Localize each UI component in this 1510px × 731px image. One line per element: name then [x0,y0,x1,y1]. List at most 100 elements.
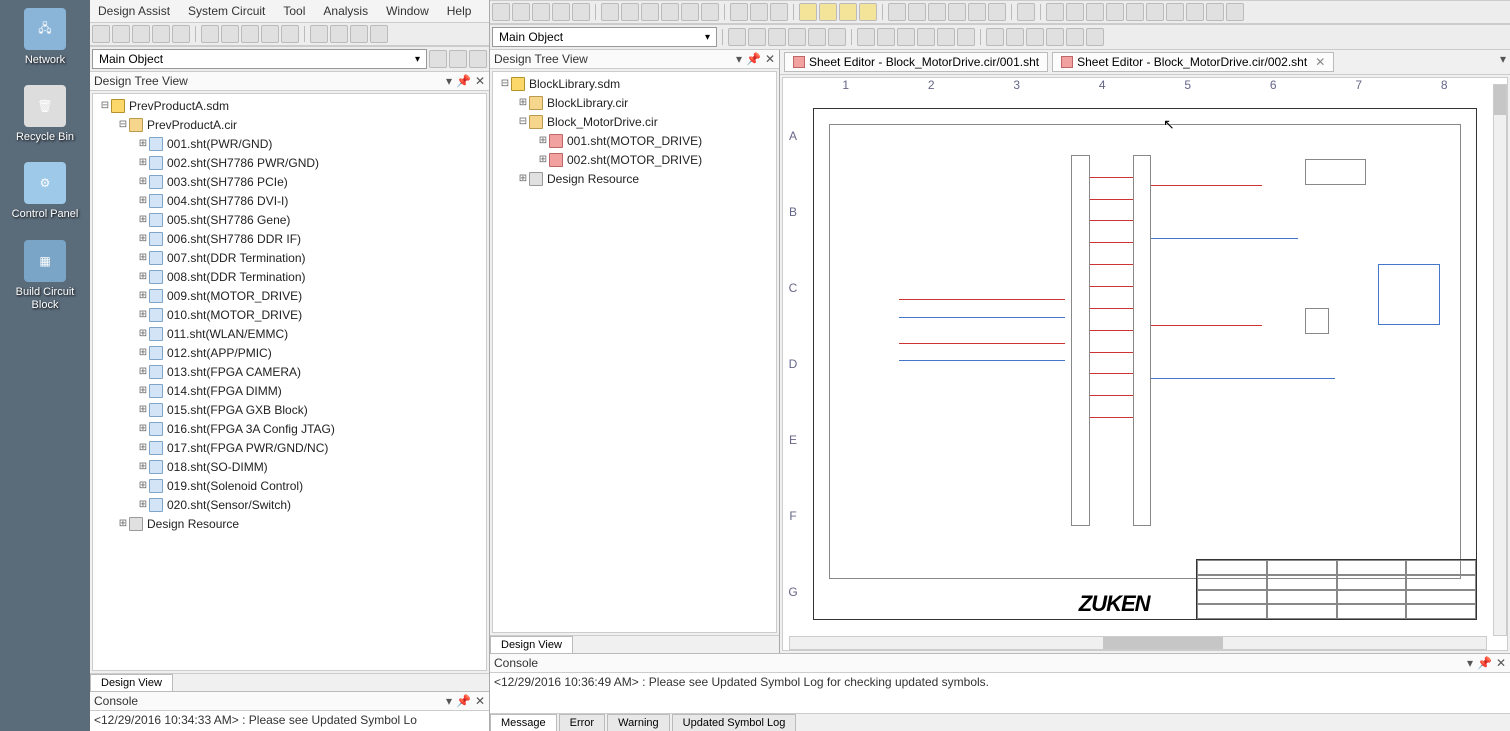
expand-icon[interactable]: ⊞ [137,328,149,339]
tb-ungroup-icon[interactable] [1086,28,1104,46]
tb-align-bottom-icon[interactable] [988,3,1006,21]
expand-icon[interactable]: ⊞ [137,252,149,263]
tb-save-icon[interactable] [132,25,150,43]
desktop-recycle-bin[interactable]: 🗑 Recycle Bin [16,85,74,144]
tb-misc-icon[interactable] [310,25,328,43]
console-menu-icon[interactable]: ▾ [446,694,452,708]
tree-sheet-017[interactable]: ⊞017.sht(FPGA PWR/GND/NC) [93,438,486,457]
menu-system-circuit[interactable]: System Circuit [184,2,269,20]
close-tab-icon[interactable]: ✕ [1315,55,1325,69]
tree-sheet-001[interactable]: ⊞ 001.sht(MOTOR_DRIVE) [493,131,776,150]
tb-saveall-icon[interactable] [152,25,170,43]
expand-icon[interactable]: ⊞ [137,385,149,396]
expand-icon[interactable]: ⊞ [137,309,149,320]
expand-icon[interactable]: ⊞ [537,154,549,165]
expand-icon[interactable]: ⊞ [137,195,149,206]
tree-sheet-018[interactable]: ⊞018.sht(SO-DIMM) [93,457,486,476]
tb-flip-h-icon[interactable] [986,28,1004,46]
tree-circuit[interactable]: ⊟ PrevProductA.cir [93,115,486,134]
tb-paste-icon[interactable] [641,3,659,21]
tree-sheet-008[interactable]: ⊞008.sht(DDR Termination) [93,267,486,286]
expand-icon[interactable]: ⊞ [137,366,149,377]
tb-rect-icon[interactable] [748,28,766,46]
tb-zoom-out-icon[interactable] [1066,3,1084,21]
expand-icon[interactable]: ⊞ [137,271,149,282]
console-menu-icon[interactable]: ▾ [1467,656,1473,670]
expand-icon[interactable]: ⊞ [137,290,149,301]
tree-pin-icon[interactable]: 📌 [746,52,761,66]
tree-menu-icon[interactable]: ▾ [446,74,452,88]
tb-extra2-icon[interactable] [1166,3,1184,21]
expand-icon[interactable]: ⊞ [137,347,149,358]
expand-icon[interactable]: ⊞ [137,461,149,472]
tree-sheet-009[interactable]: ⊞009.sht(MOTOR_DRIVE) [93,286,486,305]
left-design-tree[interactable]: ⊟ PrevProductA.sdm ⊟ PrevProductA.cir ⊞0… [92,93,487,671]
tb-align-center-icon[interactable] [908,3,926,21]
tree-close-icon[interactable]: ✕ [765,52,775,66]
tb-grid-icon[interactable] [730,3,748,21]
expand-icon[interactable]: ⊞ [137,499,149,510]
menu-window[interactable]: Window [382,2,433,20]
tb-copy-icon[interactable] [221,25,239,43]
tree-sheet-013[interactable]: ⊞013.sht(FPGA CAMERA) [93,362,486,381]
collapse-icon[interactable]: ⊟ [117,119,129,130]
console-pin-icon[interactable]: 📌 [456,694,471,708]
menu-analysis[interactable]: Analysis [319,2,372,20]
tb-circle-icon[interactable] [768,28,786,46]
expand-icon[interactable]: ⊞ [517,97,529,108]
expand-icon[interactable]: ⊞ [137,423,149,434]
tb-misc3-icon[interactable] [350,25,368,43]
tb-group-icon[interactable] [1066,28,1084,46]
tree-close-icon[interactable]: ✕ [475,74,485,88]
tb-undo-icon[interactable] [681,3,699,21]
tb-open-icon[interactable] [512,3,530,21]
tb-help-icon[interactable] [1017,3,1035,21]
tb-hilite4-icon[interactable] [859,3,877,21]
expand-icon[interactable]: ⊞ [117,518,129,529]
tb-hilite1-icon[interactable] [799,3,817,21]
tree-sheet-015[interactable]: ⊞015.sht(FPGA GXB Block) [93,400,486,419]
expand-icon[interactable]: ⊞ [137,157,149,168]
tb-extra4-icon[interactable] [1206,3,1224,21]
tb-poly-icon[interactable] [808,28,826,46]
tab-overflow-icon[interactable]: ▾ [1500,52,1506,72]
tb-new-icon[interactable] [92,25,110,43]
tb-a-icon[interactable] [429,50,447,68]
tb-bus-icon[interactable] [877,28,895,46]
tree-block-circuit[interactable]: ⊟ Block_MotorDrive.cir [493,112,776,131]
tb-align-top-icon[interactable] [948,3,966,21]
tree-sheet-004[interactable]: ⊞004.sht(SH7786 DVI-I) [93,191,486,210]
expand-icon[interactable]: ⊞ [137,442,149,453]
menu-tool[interactable]: Tool [279,2,309,20]
tree-sheet-012[interactable]: ⊞012.sht(APP/PMIC) [93,343,486,362]
canvas-scrollbar-h[interactable] [789,636,1487,650]
tb-net-icon[interactable] [857,28,875,46]
tb-undo-icon[interactable] [261,25,279,43]
tab-design-view[interactable]: Design View [90,674,173,691]
expand-icon[interactable]: ⊞ [137,176,149,187]
console-close-icon[interactable]: ✕ [475,694,485,708]
editor-tab-002[interactable]: Sheet Editor - Block_MotorDrive.cir/002.… [1052,52,1334,72]
tb-hilite3-icon[interactable] [839,3,857,21]
expand-icon[interactable]: ⊞ [137,233,149,244]
console-close-icon[interactable]: ✕ [1496,656,1506,670]
tree-sheet-014[interactable]: ⊞014.sht(FPGA DIMM) [93,381,486,400]
tb-redo-icon[interactable] [281,25,299,43]
tb-print-icon[interactable] [572,3,590,21]
console-tab-updated-symbol-log[interactable]: Updated Symbol Log [672,714,797,731]
tree-sheet-019[interactable]: ⊞019.sht(Solenoid Control) [93,476,486,495]
tb-port-icon[interactable] [917,28,935,46]
menu-design-assist[interactable]: Design Assist [94,2,174,20]
tb-gnd-icon[interactable] [957,28,975,46]
tb-align-right-icon[interactable] [928,3,946,21]
expand-icon[interactable]: ⊞ [537,135,549,146]
tree-project-root[interactable]: ⊟ PrevProductA.sdm [93,96,486,115]
tb-misc2-icon[interactable] [330,25,348,43]
tree-sheet-001[interactable]: ⊞001.sht(PWR/GND) [93,134,486,153]
tb-print-icon[interactable] [172,25,190,43]
tb-power-icon[interactable] [937,28,955,46]
tb-text-icon[interactable] [828,28,846,46]
desktop-network[interactable]: 🖧 Network [24,8,66,67]
canvas-scrollbar-v[interactable] [1493,84,1507,636]
console-pin-icon[interactable]: 📌 [1477,656,1492,670]
